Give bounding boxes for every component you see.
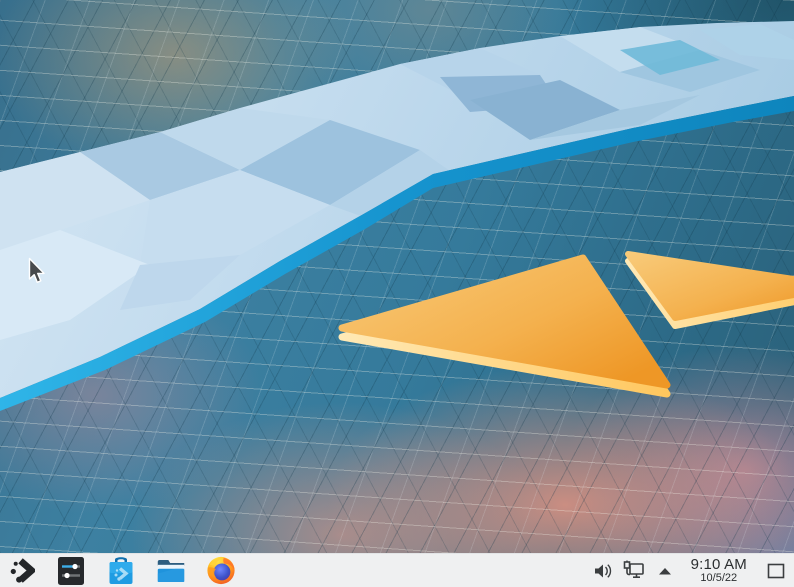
app-launcher-button[interactable] xyxy=(6,556,36,586)
firefox-button[interactable] xyxy=(206,556,236,586)
orange-delta-large xyxy=(338,254,671,398)
folder-icon xyxy=(157,559,185,582)
discover-button[interactable] xyxy=(106,556,136,586)
clock-date: 10/5/22 xyxy=(700,572,738,584)
taskbar-app-icons xyxy=(6,556,236,586)
expand-tray-button[interactable] xyxy=(654,559,676,583)
glacier-band xyxy=(0,21,794,411)
chevron-up-icon xyxy=(658,567,671,574)
clock-time: 9:10 AM xyxy=(690,556,747,573)
speaker-icon xyxy=(594,563,611,578)
orange-delta-small xyxy=(625,251,794,329)
kde-launcher-icon xyxy=(10,558,35,583)
wallpaper-graphics xyxy=(0,21,794,411)
desktop: 9:10 AM 10/5/22 xyxy=(0,0,794,587)
show-desktop-icon xyxy=(767,563,785,578)
file-manager-button[interactable] xyxy=(156,556,186,586)
mouse-cursor xyxy=(28,257,45,283)
wallpaper xyxy=(0,0,794,553)
volume-button[interactable] xyxy=(592,559,614,583)
show-desktop-button[interactable] xyxy=(764,556,788,586)
system-tray: 9:10 AM 10/5/22 xyxy=(592,556,788,586)
discover-bag-icon xyxy=(109,556,133,584)
taskbar: 9:10 AM 10/5/22 xyxy=(0,553,794,587)
system-settings-button[interactable] xyxy=(56,556,86,586)
firefox-icon xyxy=(207,556,235,585)
network-icon xyxy=(623,560,644,579)
network-button[interactable] xyxy=(623,559,645,583)
digital-clock[interactable]: 9:10 AM 10/5/22 xyxy=(691,557,747,584)
settings-sliders-icon xyxy=(58,556,84,585)
